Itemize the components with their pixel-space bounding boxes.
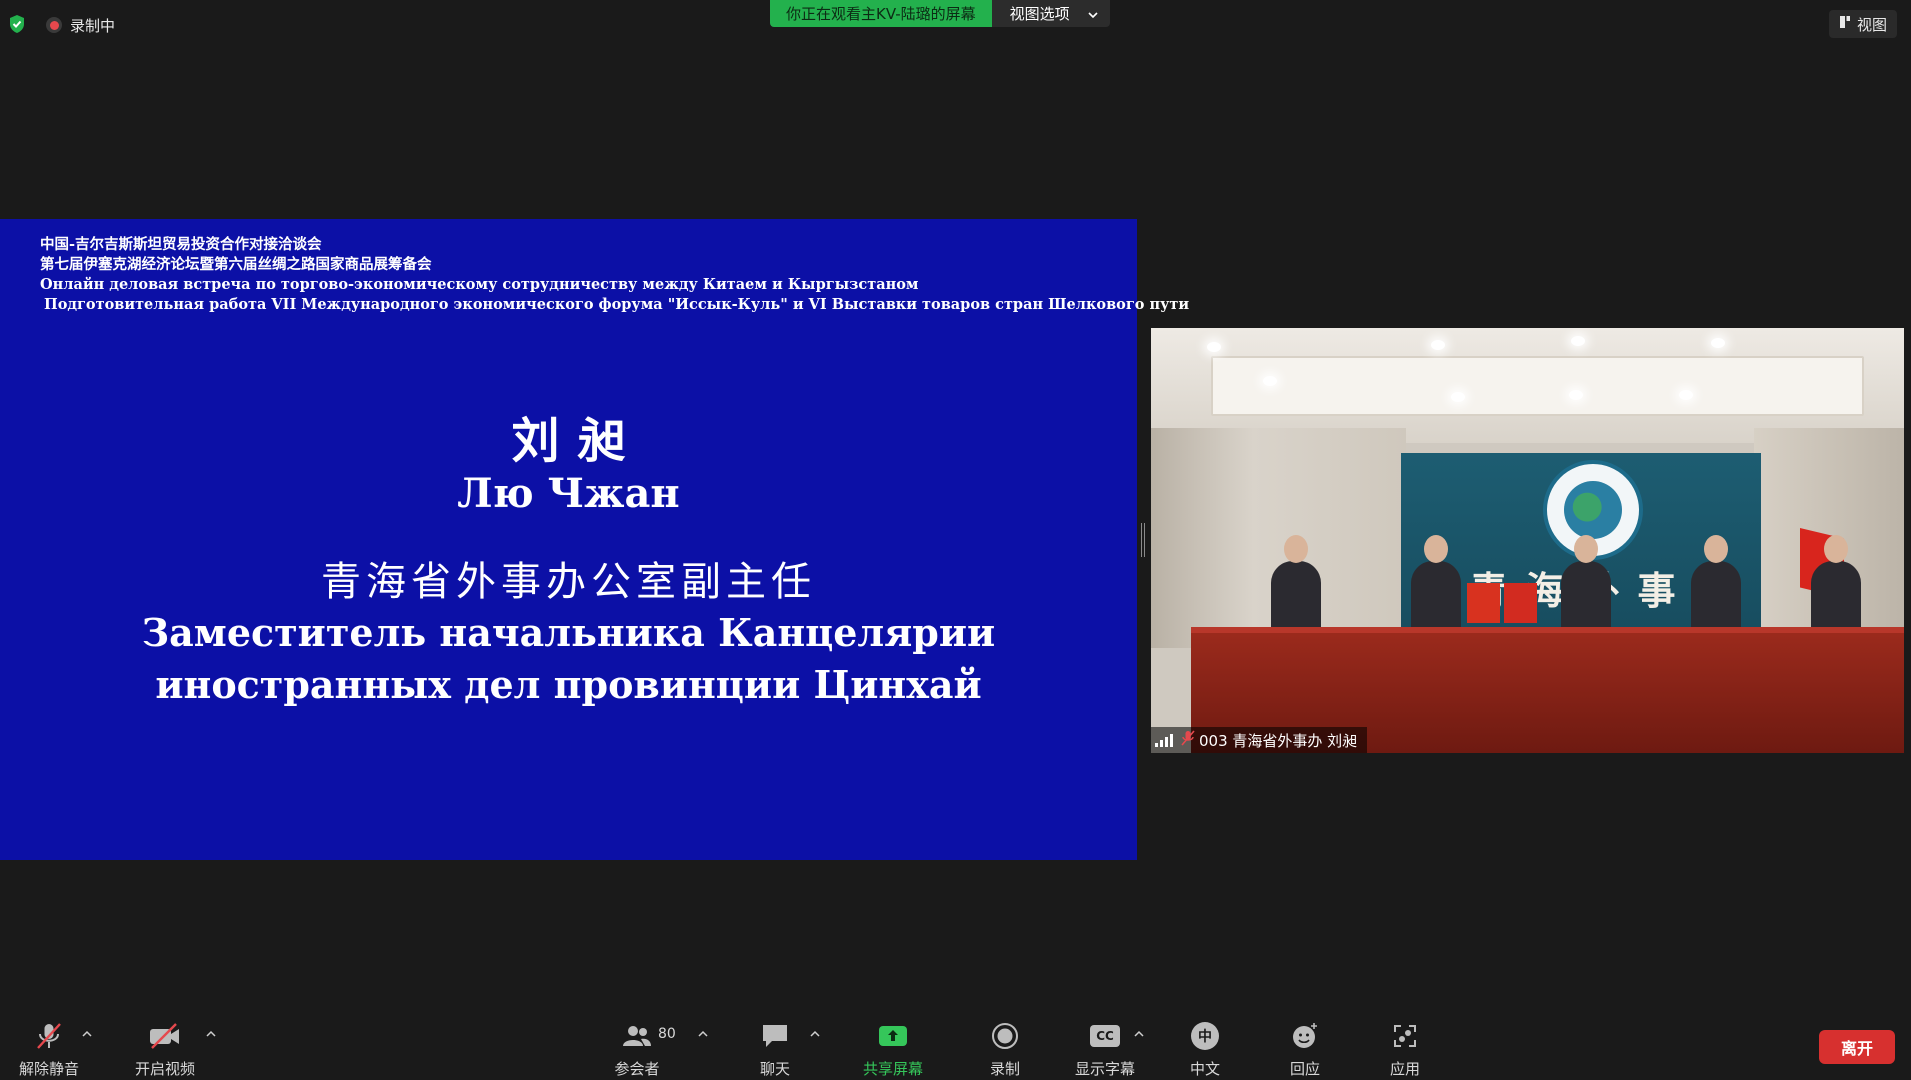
speaker-title-ru-line2: иностранных дел провинции Цинхай	[155, 662, 982, 707]
video-off-icon	[148, 1018, 182, 1054]
desk-flags-icon	[1467, 583, 1537, 623]
video-person	[1561, 535, 1611, 633]
reactions-button[interactable]: 回应	[1260, 1012, 1350, 1080]
ceiling-light	[1569, 390, 1583, 400]
chat-caret-icon[interactable]	[808, 1026, 822, 1040]
reactions-label: 回应	[1289, 1060, 1320, 1078]
cc-badge: CC	[1090, 1025, 1120, 1047]
record-label: 录制	[989, 1060, 1020, 1078]
meeting-toolbar: 解除静音 开启视频 参会者 80 聊天 共享屏幕 录制 CC 显示字幕 中 中文…	[0, 1012, 1911, 1080]
apps-label: 应用	[1389, 1060, 1420, 1078]
view-options-button[interactable]: 视图选项	[991, 0, 1110, 27]
audio-options-caret-icon[interactable]	[80, 1026, 94, 1040]
muted-mic-icon	[34, 1018, 64, 1054]
start-video-button[interactable]: 开启视频	[120, 1012, 210, 1080]
video-person	[1411, 535, 1461, 633]
smiley-add-icon	[1290, 1018, 1320, 1054]
video-person	[1811, 535, 1861, 633]
view-layout-icon	[1839, 15, 1851, 33]
recording-indicator[interactable]: 录制中	[46, 14, 115, 36]
share-screen-label: 共享屏幕	[862, 1060, 923, 1078]
ceiling-light	[1207, 342, 1221, 352]
view-button[interactable]: 视图	[1828, 10, 1897, 38]
video-ceiling-cove	[1211, 356, 1864, 416]
participants-icon	[621, 1018, 653, 1054]
slide-header-line: Онлайн деловая встреча по торгово-эконом…	[40, 276, 919, 293]
participant-name: 003 青海省外事办 刘昶	[1199, 731, 1358, 750]
video-person	[1691, 535, 1741, 633]
closed-captions-icon: CC	[1090, 1018, 1120, 1054]
start-video-label: 开启视频	[134, 1060, 195, 1078]
view-button-label: 视图	[1856, 15, 1887, 34]
panel-resize-handle[interactable]	[1141, 523, 1145, 557]
ceiling-light	[1679, 390, 1693, 400]
participants-count: 80	[658, 1026, 676, 1042]
ceiling-light	[1571, 336, 1585, 346]
participant-video-tile[interactable]: 青海外事 003 青海省外事办 刘昶	[1151, 328, 1904, 753]
signal-bars-icon	[1155, 733, 1173, 747]
apps-icon	[1391, 1018, 1419, 1054]
apps-button[interactable]: 应用	[1360, 1012, 1450, 1080]
shared-screen-slide: 中国-吉尔吉斯斯坦贸易投资合作对接洽谈会 第七届伊塞克湖经济论坛暨第六届丝绸之路…	[0, 219, 1189, 860]
record-button[interactable]: 录制	[960, 1012, 1050, 1080]
language-icon: 中	[1191, 1018, 1219, 1054]
speaker-name-cn: 刘昶	[511, 413, 644, 469]
muted-mic-icon	[1181, 730, 1195, 750]
security-shield-icon[interactable]	[4, 10, 30, 38]
slide-header-line: 第七届伊塞克湖经济论坛暨第六届丝绸之路国家商品展筹备会	[40, 256, 432, 273]
slide-header-line: Подготовительная работа VII Международно…	[44, 296, 1190, 313]
captions-label: 显示字幕	[1074, 1060, 1135, 1078]
ceiling-light	[1263, 376, 1277, 386]
ceiling-light	[1711, 338, 1725, 348]
speaker-title-ru-line1: Заместитель начальника Канцелярии	[141, 610, 996, 655]
speaker-info: 刘昶 Лю Чжан 青海省外事办公室副主任 Заместитель начал…	[0, 413, 1137, 711]
unmute-label: 解除静音	[18, 1060, 79, 1078]
speaker-name-ru: Лю Чжан	[457, 470, 680, 517]
language-button[interactable]: 中 中文	[1160, 1012, 1250, 1080]
participants-label: 参会者	[614, 1060, 660, 1078]
speaker-title-cn: 青海省外事办公室副主任	[321, 559, 816, 605]
share-screen-button[interactable]: 共享屏幕	[848, 1012, 938, 1080]
language-label: 中文	[1189, 1060, 1220, 1078]
captions-button[interactable]: CC 显示字幕	[1060, 1012, 1150, 1080]
slide-header: 中国-吉尔吉斯斯坦贸易投资合作对接洽谈会 第七届伊塞克湖经济论坛暨第六届丝绸之路…	[40, 235, 1189, 315]
chat-bubble-icon	[760, 1018, 790, 1054]
recording-dot-icon	[46, 17, 62, 33]
share-screen-icon	[878, 1018, 908, 1054]
view-options-label: 视图选项	[1009, 5, 1070, 23]
screen-share-banner: 你正在观看主KV-陆璐的屏幕 视图选项	[770, 0, 1110, 27]
participants-caret-icon[interactable]	[696, 1026, 710, 1040]
recording-label: 录制中	[70, 16, 116, 35]
chat-button[interactable]: 聊天	[730, 1012, 820, 1080]
viewing-screen-label: 你正在观看主KV-陆璐的屏幕	[770, 0, 992, 27]
captions-caret-icon[interactable]	[1132, 1026, 1146, 1040]
ceiling-light	[1431, 340, 1445, 350]
unmute-button[interactable]: 解除静音	[4, 1012, 94, 1080]
language-badge: 中	[1191, 1022, 1219, 1050]
ceiling-light	[1451, 392, 1465, 402]
leave-button[interactable]: 离开	[1819, 1030, 1895, 1064]
slide-header-line: 中国-吉尔吉斯斯坦贸易投资合作对接洽谈会	[40, 236, 322, 253]
participant-caption: 003 青海省外事办 刘昶	[1151, 727, 1368, 753]
participants-button[interactable]: 参会者	[592, 1012, 682, 1080]
chevron-down-icon	[1088, 5, 1098, 23]
video-person	[1271, 535, 1321, 633]
record-icon	[991, 1018, 1019, 1054]
video-options-caret-icon[interactable]	[204, 1026, 218, 1040]
chat-label: 聊天	[759, 1060, 790, 1078]
